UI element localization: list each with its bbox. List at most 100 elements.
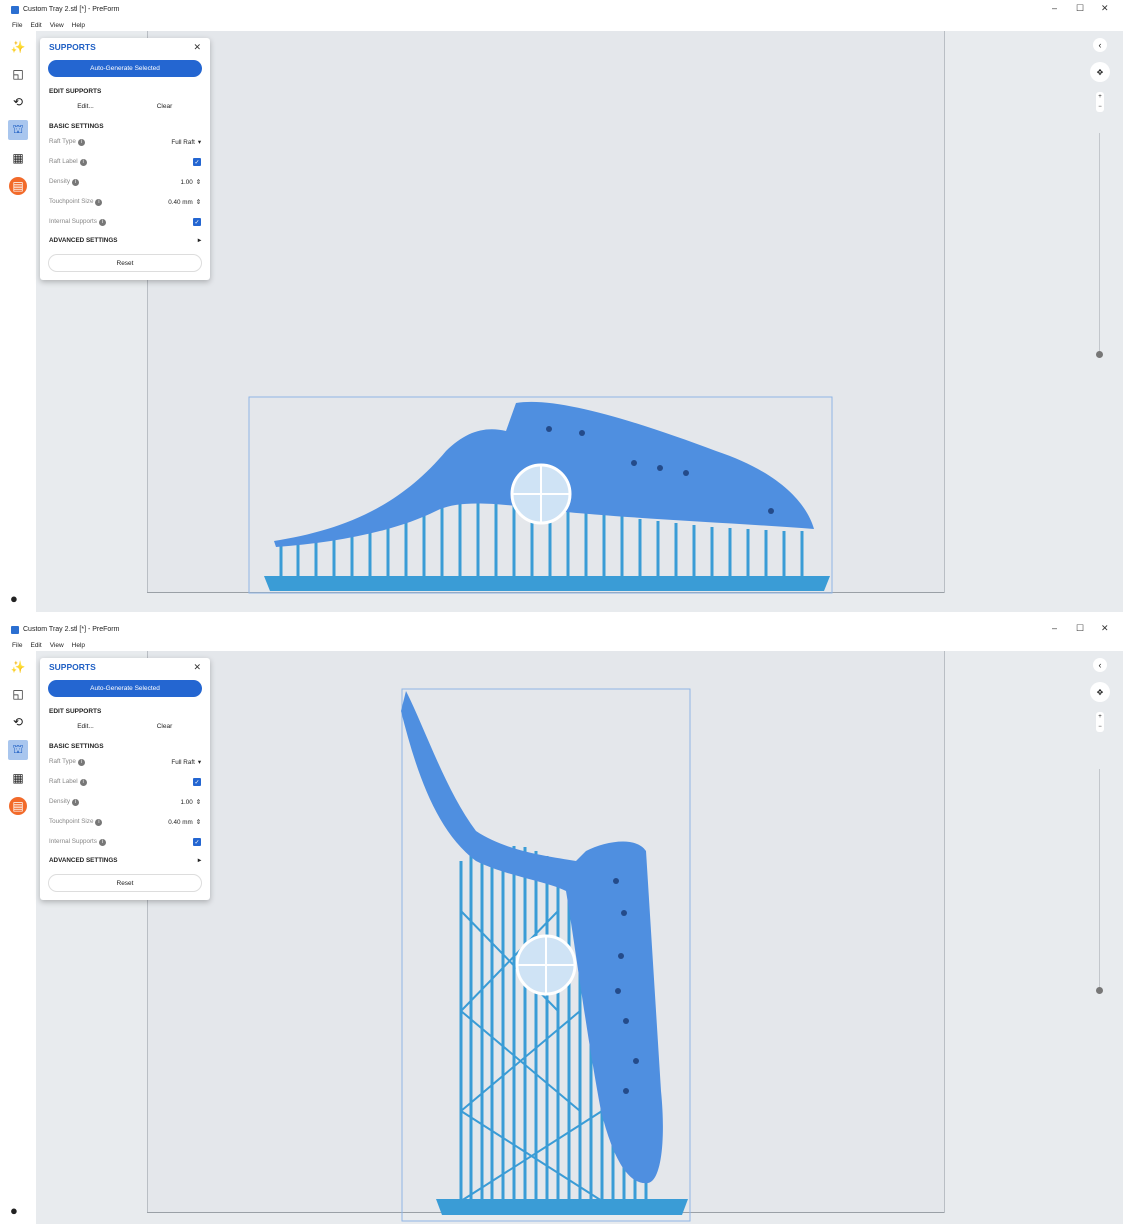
spinner-icon[interactable]: ⇕: [196, 179, 201, 186]
collapse-icon[interactable]: ‹: [1093, 658, 1107, 672]
info-icon[interactable]: i: [95, 199, 103, 206]
auto-generate-button[interactable]: Auto-Generate Selected: [48, 60, 202, 77]
spinner-icon[interactable]: ⇕: [196, 199, 201, 206]
density-stepper[interactable]: 1.00 ⇕: [180, 799, 201, 806]
density-value: 1.00: [180, 178, 193, 186]
info-icon[interactable]: i: [98, 219, 106, 226]
info-icon[interactable]: i: [79, 779, 87, 786]
internal-supports-label: Internal Supports: [49, 218, 97, 225]
panel-title: SUPPORTS: [49, 662, 96, 672]
advanced-settings-toggle[interactable]: ADVANCED SETTINGS ▸: [40, 852, 210, 868]
account-icon[interactable]: ●: [10, 591, 18, 606]
left-toolbar: ✨ ◱ ⟲ ⛫ ▦ ▤ ●: [0, 31, 36, 612]
auto-generate-button[interactable]: Auto-Generate Selected: [48, 680, 202, 697]
zoom-control[interactable]: + −: [1096, 712, 1104, 732]
info-icon[interactable]: i: [95, 819, 103, 826]
touchpoint-stepper[interactable]: 0.40 mm ⇕: [168, 199, 201, 206]
maximize-button[interactable]: ☐: [1076, 623, 1084, 634]
info-icon[interactable]: i: [72, 179, 79, 186]
orientation-icon[interactable]: ⟲: [8, 92, 28, 112]
preform-window-bottom: Custom Tray 2.stl [*] - PreForm – ☐ ✕ Fi…: [0, 612, 1123, 1224]
density-label: Density: [49, 798, 70, 805]
maximize-button[interactable]: ☐: [1076, 3, 1084, 14]
raft-type-value: Full Raft: [171, 138, 195, 146]
magic-wand-icon[interactable]: ✨: [8, 657, 28, 677]
left-toolbar: ✨ ◱ ⟲ ⛫ ▦ ▤ ●: [0, 651, 36, 1224]
layer-slider[interactable]: [1096, 133, 1103, 358]
print-icon[interactable]: ▤: [9, 177, 27, 195]
info-icon[interactable]: i: [77, 759, 85, 766]
raft-type-select[interactable]: Full Raft ▾: [171, 759, 201, 766]
touchpoint-label: Touchpoint Size: [49, 818, 94, 825]
advanced-settings-toggle[interactable]: ADVANCED SETTINGS ▸: [40, 232, 210, 248]
layer-slider[interactable]: [1096, 769, 1103, 994]
collapse-icon[interactable]: ‹: [1093, 38, 1107, 52]
zoom-out-icon[interactable]: −: [1098, 724, 1102, 730]
reset-button[interactable]: Reset: [48, 874, 202, 892]
zoom-in-icon[interactable]: +: [1098, 94, 1102, 100]
pan-icon[interactable]: ✥: [1090, 62, 1110, 82]
raft-type-label: Raft Type: [49, 138, 76, 145]
raft-type-value: Full Raft: [171, 758, 195, 766]
raft-label-row: Raft Label i ✓: [40, 772, 210, 792]
reset-button[interactable]: Reset: [48, 254, 202, 272]
menu-bar: File Edit View Help: [0, 639, 1123, 651]
spinner-icon[interactable]: ⇕: [196, 799, 201, 806]
clear-button[interactable]: Clear: [127, 99, 202, 114]
menu-edit[interactable]: Edit: [30, 642, 41, 649]
raft-type-select[interactable]: Full Raft ▾: [171, 139, 201, 146]
print-icon[interactable]: ▤: [9, 797, 27, 815]
zoom-control[interactable]: + −: [1096, 92, 1104, 112]
layout-icon[interactable]: ◱: [8, 684, 28, 704]
touchpoint-stepper[interactable]: 0.40 mm ⇕: [168, 819, 201, 826]
minimize-button[interactable]: –: [1052, 623, 1057, 633]
info-icon[interactable]: i: [98, 839, 106, 846]
close-button[interactable]: ✕: [1101, 3, 1109, 14]
menu-file[interactable]: File: [12, 642, 22, 649]
touchpoint-row: Touchpoint Size i 0.40 mm ⇕: [40, 192, 210, 212]
supports-icon[interactable]: ⛫: [8, 740, 28, 760]
panel-close-icon[interactable]: ✕: [193, 662, 201, 673]
minimize-button[interactable]: –: [1052, 3, 1057, 13]
layer-slider-thumb[interactable]: [1096, 987, 1103, 994]
clear-button[interactable]: Clear: [127, 719, 202, 734]
info-icon[interactable]: i: [79, 159, 87, 166]
density-row: Density i 1.00 ⇕: [40, 792, 210, 812]
zoom-in-icon[interactable]: +: [1098, 714, 1102, 720]
menu-help[interactable]: Help: [72, 642, 85, 649]
info-icon[interactable]: i: [77, 139, 85, 146]
internal-supports-row: Internal Supports i ✓: [40, 212, 210, 232]
info-icon[interactable]: i: [72, 799, 79, 806]
chevron-down-icon: ▾: [197, 138, 201, 146]
supports-icon[interactable]: ⛫: [8, 120, 28, 140]
magic-wand-icon[interactable]: ✨: [8, 37, 28, 57]
layout-grid-icon[interactable]: ▦: [8, 148, 28, 168]
orientation-icon[interactable]: ⟲: [8, 712, 28, 732]
menu-file[interactable]: File: [12, 22, 22, 29]
internal-supports-checkbox[interactable]: ✓: [193, 218, 201, 226]
edit-button[interactable]: Edit...: [48, 99, 123, 114]
raft-label-checkbox[interactable]: ✓: [193, 778, 201, 786]
raft: [436, 1199, 688, 1215]
spinner-icon[interactable]: ⇕: [196, 819, 201, 826]
layout-grid-icon[interactable]: ▦: [8, 768, 28, 788]
internal-supports-checkbox[interactable]: ✓: [193, 838, 201, 846]
raft-label-row: Raft Label i ✓: [40, 152, 210, 172]
close-button[interactable]: ✕: [1101, 623, 1109, 634]
density-stepper[interactable]: 1.00 ⇕: [180, 179, 201, 186]
account-icon[interactable]: ●: [10, 1203, 18, 1218]
menu-view[interactable]: View: [50, 642, 64, 649]
menu-help[interactable]: Help: [72, 22, 85, 29]
expand-icon: ▸: [197, 236, 201, 244]
zoom-out-icon[interactable]: −: [1098, 104, 1102, 110]
menu-view[interactable]: View: [50, 22, 64, 29]
title-bar: Custom Tray 2.stl [*] - PreForm – ☐ ✕: [0, 0, 1123, 19]
menu-edit[interactable]: Edit: [30, 22, 41, 29]
raft-label-checkbox[interactable]: ✓: [193, 158, 201, 166]
panel-close-icon[interactable]: ✕: [193, 42, 201, 53]
touchpoint-value: 0.40 mm: [168, 198, 193, 206]
layer-slider-thumb[interactable]: [1096, 351, 1103, 358]
layout-icon[interactable]: ◱: [8, 64, 28, 84]
pan-icon[interactable]: ✥: [1090, 682, 1110, 702]
edit-button[interactable]: Edit...: [48, 719, 123, 734]
